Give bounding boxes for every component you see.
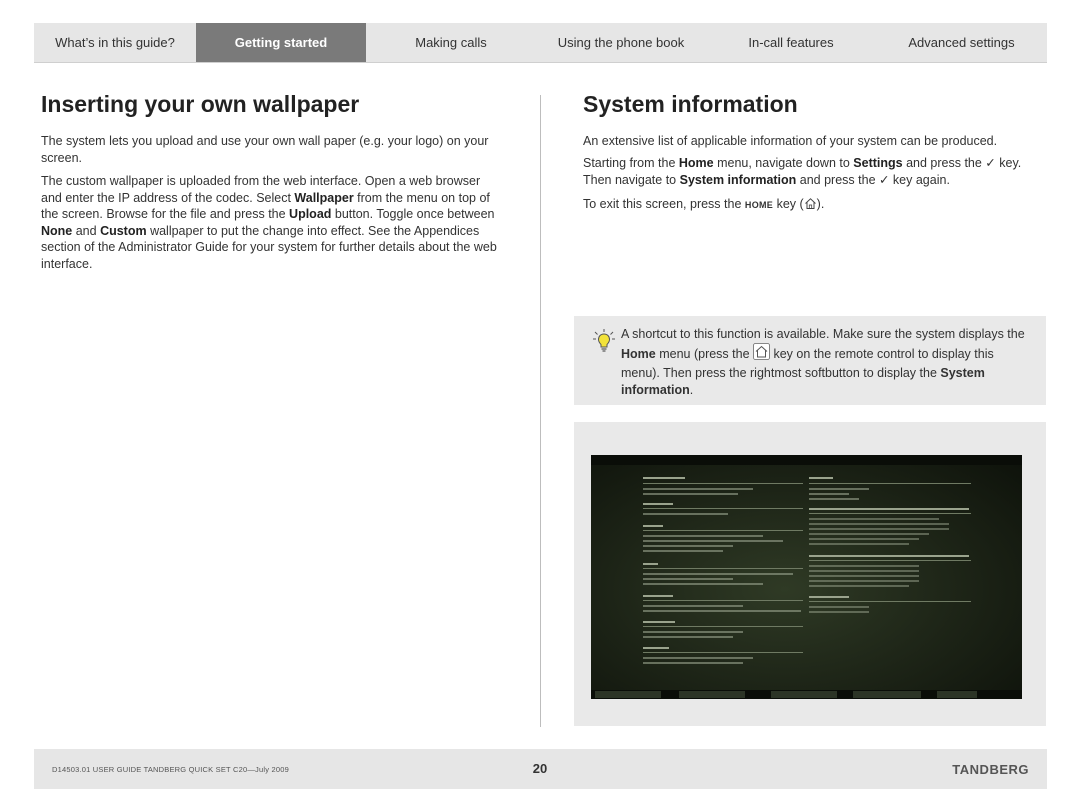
tab-using-the-phone-book[interactable]: Using the phone book (536, 23, 706, 62)
screenshot-text-line (643, 621, 675, 623)
screenshot-text-line (643, 647, 669, 649)
screenshot-text-line (643, 525, 663, 527)
screenshot-text-line (643, 550, 723, 552)
screenshot-rule (643, 568, 803, 569)
tab-advanced-settings[interactable]: Advanced settings (876, 23, 1047, 62)
screenshot-text-line (643, 631, 743, 633)
screenshot-rule (809, 513, 971, 514)
screenshot-softkey (937, 691, 977, 698)
page-footer: D14503.01 USER GUIDE TANDBERG QUICK SET … (34, 749, 1047, 789)
screenshot-top-bar (591, 455, 1022, 465)
screenshot-rule (809, 560, 971, 561)
screenshot-text-line (643, 636, 733, 638)
screenshot-text-line (643, 662, 743, 664)
screenshot-rule (643, 530, 803, 531)
screenshot-text-line (643, 657, 753, 659)
wallpaper-intro-text: The system lets you upload and use your … (41, 134, 489, 165)
screenshot-text-line (809, 538, 919, 540)
screenshot-text-line (643, 535, 763, 537)
screenshot-rule (643, 600, 803, 601)
screenshot-text-line (643, 540, 783, 542)
home-key-icon (753, 343, 770, 365)
screenshot-softkey (595, 691, 661, 698)
system-information-screenshot (591, 455, 1022, 699)
wallpaper-instructions-text: The custom wallpaper is uploaded from th… (41, 174, 497, 271)
screenshot-text-line (643, 595, 673, 597)
exit-instructions-text: To exit this screen, press the HOME key … (583, 196, 1043, 215)
screenshot-text-line (643, 513, 728, 515)
screenshot-text-line (809, 606, 869, 608)
shortcut-tip-box: A shortcut to this function is available… (574, 316, 1046, 405)
page-number: 20 (532, 761, 548, 776)
screenshot-text-line (809, 611, 869, 613)
screenshot-text-line (643, 573, 793, 575)
screenshot-text-line (809, 518, 939, 520)
screenshot-text-line (643, 583, 763, 585)
screenshot-text-line (643, 563, 658, 565)
screenshot-text-line (643, 578, 733, 580)
screenshot-text-line (809, 596, 849, 598)
screenshot-text-line (643, 488, 753, 490)
tandberg-logo: TANDBERG (952, 762, 1029, 777)
screenshot-text-line (809, 575, 919, 577)
screenshot-text-line (809, 580, 919, 582)
tab-in-call-features[interactable]: In-call features (706, 23, 876, 62)
screenshot-softkey (771, 691, 837, 698)
screenshot-text-line (809, 488, 869, 490)
screenshot-softkey (853, 691, 921, 698)
screenshot-text-line (643, 503, 673, 505)
screenshot-text-line (643, 605, 743, 607)
screenshot-text-line (809, 493, 849, 495)
screenshot-rule (643, 652, 803, 653)
screenshot-text-line (809, 555, 969, 557)
screenshot-rule (643, 626, 803, 627)
tab-getting-started[interactable]: Getting started (196, 23, 366, 62)
system-information-intro-text: An extensive list of applicable informat… (583, 134, 998, 148)
screenshot-rule (643, 483, 803, 484)
screenshot-text-line (809, 523, 949, 525)
home-key-icon (804, 197, 817, 215)
top-navigation: What’s in this guide? Getting started Ma… (34, 23, 1047, 63)
system-information-steps-text: Starting from the Home menu, navigate do… (583, 156, 1022, 187)
screenshot-text-line (809, 508, 969, 510)
screenshot-text-line (809, 477, 833, 479)
screenshot-softkey (679, 691, 745, 698)
screenshot-rule (809, 483, 971, 484)
screenshot-text-line (643, 545, 733, 547)
column-divider (540, 95, 541, 727)
shortcut-tip-text: A shortcut to this function is available… (621, 327, 1025, 397)
screenshot-text-line (809, 533, 929, 535)
screenshot-text-line (643, 493, 738, 495)
tab-whats-in-this-guide[interactable]: What’s in this guide? (34, 23, 196, 62)
lightbulb-tip-icon (592, 328, 616, 354)
screenshot-rule (643, 508, 803, 509)
screenshot-text-line (809, 565, 919, 567)
screenshot-text-line (809, 570, 919, 572)
system-information-title: System information (583, 91, 798, 117)
screenshot-rule (809, 601, 971, 602)
screenshot-text-line (809, 528, 949, 530)
screenshot-text-line (809, 585, 909, 587)
screenshot-text-line (809, 543, 909, 545)
screenshot-text-line (643, 610, 801, 612)
screenshot-text-line (643, 477, 685, 479)
system-information-screenshot-frame (574, 422, 1046, 726)
wallpaper-section-title: Inserting your own wallpaper (41, 91, 360, 117)
document-id-text: D14503.01 USER GUIDE TANDBERG QUICK SET … (52, 765, 289, 774)
screenshot-text-line (809, 498, 859, 500)
home-key-label: HOME (744, 200, 774, 210)
tab-making-calls[interactable]: Making calls (366, 23, 536, 62)
